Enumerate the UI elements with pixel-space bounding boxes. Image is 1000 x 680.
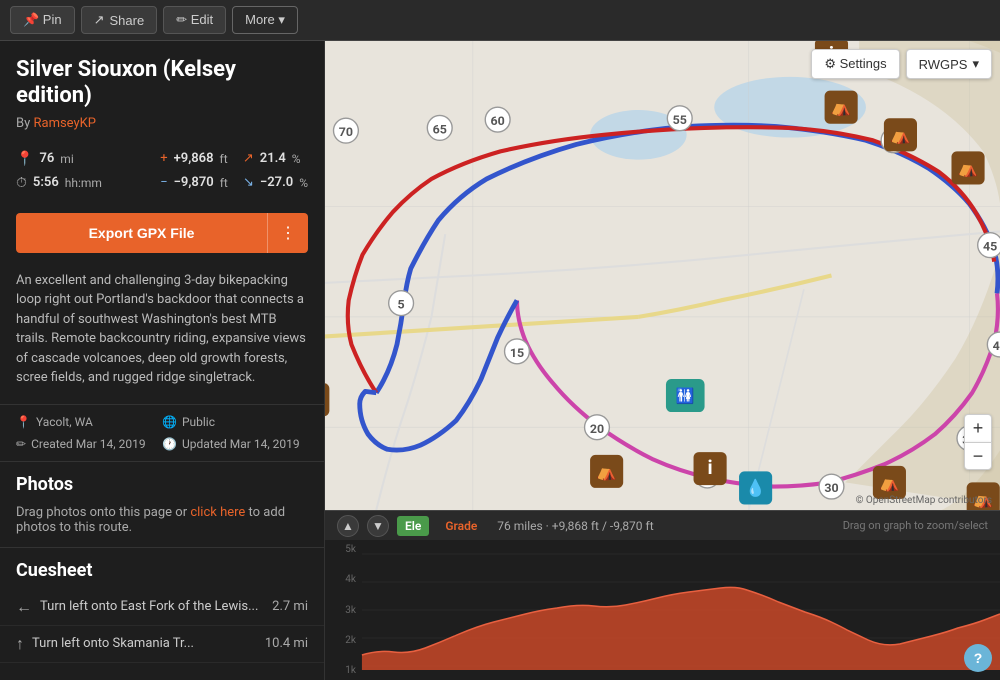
route-author: By RamseyKP — [16, 116, 308, 131]
export-section: Export GPX File ⋮ — [0, 203, 324, 263]
turn-arrow-2: ↑ — [16, 634, 24, 654]
y-label-5k: 5k — [325, 544, 360, 555]
turn-arrow-1: ← — [16, 597, 32, 617]
map-attribution: © OpenStreetMap contributors — [856, 495, 992, 506]
y-label-3k: 3k — [325, 605, 360, 616]
location-item: 📍 Yacolt, WA — [16, 413, 162, 431]
elevation-y-axis: 5k 4k 3k 2k 1k — [325, 540, 360, 680]
zoom-out-button[interactable]: − — [964, 442, 992, 470]
distance-icon: 📍 — [16, 151, 33, 167]
loss-icon: − — [160, 175, 167, 190]
grade-tab[interactable]: Grade — [437, 516, 485, 536]
photos-description: Drag photos onto this page or click here… — [0, 501, 324, 547]
pin-button[interactable]: 📌 Pin — [10, 6, 75, 34]
time-stat: ⏱ 5:56 hh:mm — [16, 173, 160, 193]
elevation-stats: 76 miles · +9,868 ft / -9,870 ft — [497, 519, 653, 533]
updated-item: 🕐 Updated Mar 14, 2019 — [162, 435, 308, 453]
zoom-in-button[interactable]: + — [964, 414, 992, 442]
pencil-icon: ✏ — [16, 437, 26, 451]
map-svg: 65 60 55 5 45 40 35 30 2 — [325, 41, 1000, 510]
help-button[interactable]: ? — [964, 644, 992, 672]
cuesheet-title: Cuesheet — [0, 547, 324, 589]
stats-grid: 📍 76 mi + +9,868 ft ↗ 21.4 % ⏱ 5:56 hh:m… — [0, 139, 324, 203]
loss-stat: − −9,870 ft ↘ −27.0 % — [160, 173, 308, 193]
clock-icon: ⏱ — [16, 175, 27, 191]
elevation-down-button[interactable]: ▼ — [367, 515, 389, 537]
meta-info: 📍 Yacolt, WA 🌐 Public ✏ Created Mar 14, … — [0, 404, 324, 461]
svg-text:40: 40 — [993, 339, 1000, 354]
map-controls: ⚙ Settings RWGPS ▾ — [811, 49, 992, 79]
route-title: Silver Siouxon (Kelsey edition) — [16, 57, 308, 110]
svg-text:15: 15 — [510, 346, 524, 361]
gain-stat: + +9,868 ft ↗ 21.4 % — [160, 149, 308, 169]
map-area[interactable]: 65 60 55 5 45 40 35 30 2 — [325, 41, 1000, 510]
share-icon: ↗ — [94, 12, 105, 28]
export-more-button[interactable]: ⋮ — [267, 213, 308, 253]
privacy-item: 🌐 Public — [162, 413, 308, 431]
author-link[interactable]: RamseyKP — [33, 116, 96, 131]
export-gpx-button[interactable]: Export GPX File — [16, 213, 267, 253]
svg-text:65: 65 — [433, 122, 447, 137]
svg-text:⛺: ⛺ — [831, 99, 852, 118]
svg-text:55: 55 — [673, 113, 687, 128]
elevation-tab[interactable]: Ele — [397, 516, 429, 536]
descent-icon: ↘ — [243, 175, 254, 190]
svg-text:30: 30 — [824, 481, 838, 496]
y-label-2k: 2k — [325, 635, 360, 646]
route-description: An excellent and challenging 3-day bikep… — [0, 263, 324, 404]
svg-text:⛺: ⛺ — [890, 126, 911, 145]
edit-button[interactable]: ✏ Edit — [163, 6, 226, 34]
cue-item-1: ← Turn left onto East Fork of the Lewis.… — [0, 589, 324, 626]
rwgps-button[interactable]: RWGPS ▾ — [906, 49, 992, 79]
location-icon: 📍 — [16, 415, 31, 429]
svg-text:⛺: ⛺ — [879, 474, 900, 493]
svg-text:5: 5 — [398, 298, 405, 313]
svg-text:i: i — [708, 456, 713, 479]
photos-section-title: Photos — [0, 461, 324, 501]
cue-item-2: ↑ Turn left onto Skamania Tr... 10.4 mi — [0, 626, 324, 663]
y-label-4k: 4k — [325, 574, 360, 585]
main-layout: Silver Siouxon (Kelsey edition) By Ramse… — [0, 41, 1000, 680]
more-button[interactable]: More ▾ — [232, 6, 298, 34]
svg-text:⛺: ⛺ — [958, 159, 979, 178]
top-bar: 📌 Pin ↗ Share ✏ Edit More ▾ — [0, 0, 1000, 41]
climb-icon: ↗ — [243, 151, 254, 166]
svg-text:60: 60 — [491, 114, 505, 129]
svg-text:70: 70 — [339, 125, 353, 140]
svg-text:🚻: 🚻 — [676, 387, 695, 405]
dropdown-icon: ▾ — [972, 56, 979, 72]
elevation-up-button[interactable]: ▲ — [337, 515, 359, 537]
created-item: ✏ Created Mar 14, 2019 — [16, 435, 162, 453]
zoom-controls: + − — [964, 414, 992, 470]
elevation-bar: ▲ ▼ Ele Grade 76 miles · +9,868 ft / -9,… — [325, 510, 1000, 540]
map-container: 65 60 55 5 45 40 35 30 2 — [325, 41, 1000, 680]
route-header: Silver Siouxon (Kelsey edition) By Ramse… — [0, 41, 324, 139]
y-label-1k: 1k — [325, 665, 360, 676]
share-button[interactable]: ↗ Share — [81, 6, 158, 34]
sidebar: Silver Siouxon (Kelsey edition) By Ramse… — [0, 41, 325, 680]
gain-icon: + — [160, 151, 167, 166]
elevation-hint: Drag on graph to zoom/select — [843, 519, 988, 532]
settings-button[interactable]: ⚙ Settings — [811, 49, 899, 79]
svg-text:⛺: ⛺ — [596, 463, 617, 482]
svg-text:45: 45 — [983, 240, 997, 255]
map-background: 65 60 55 5 45 40 35 30 2 — [325, 41, 1000, 510]
svg-text:💧: 💧 — [745, 478, 766, 498]
svg-text:20: 20 — [590, 422, 604, 437]
privacy-icon: 🌐 — [162, 415, 177, 429]
distance-stat: 📍 76 mi — [16, 149, 160, 169]
clock-small-icon: 🕐 — [162, 437, 177, 451]
photos-link[interactable]: click here — [190, 505, 245, 520]
elevation-chart[interactable]: 5k 4k 3k 2k 1k ? — [325, 540, 1000, 680]
